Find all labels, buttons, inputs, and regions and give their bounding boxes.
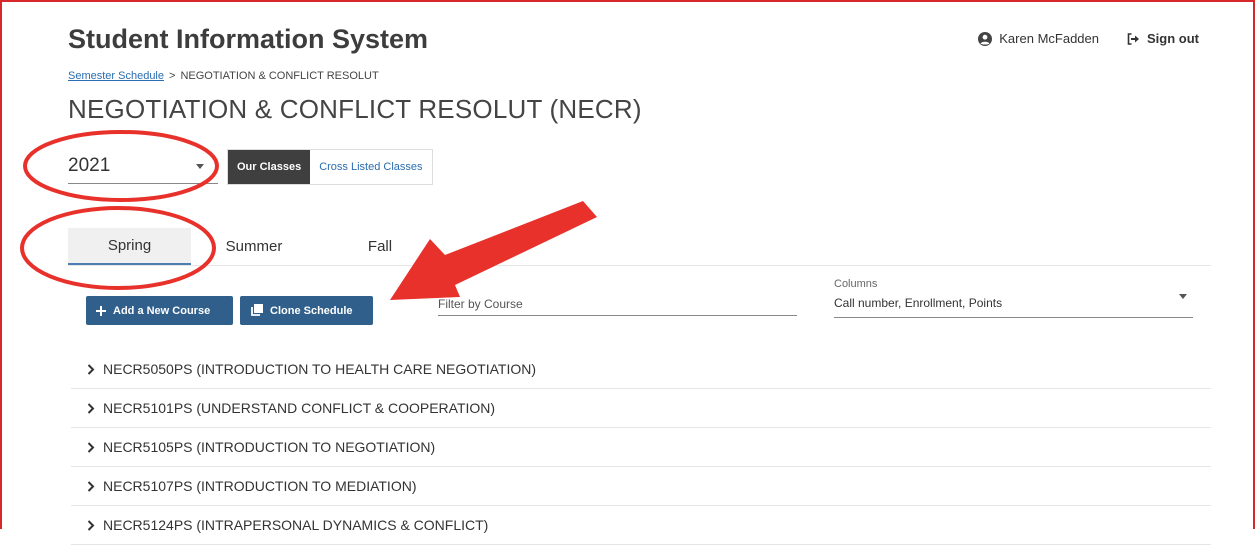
chevron-right-icon: [87, 402, 95, 414]
breadcrumb: Semester Schedule > NEGOTIATION & CONFLICT…: [68, 70, 379, 82]
our-classes-button[interactable]: Our Classes: [228, 150, 311, 184]
copy-icon: [250, 304, 263, 317]
term-tabs: Spring Summer Fall: [68, 228, 1211, 266]
sign-out-icon: [1127, 32, 1139, 45]
tab-spring[interactable]: Spring: [68, 228, 191, 265]
sign-out-link[interactable]: Sign out: [1127, 31, 1199, 46]
plus-icon: [96, 305, 106, 316]
breadcrumb-current: NEGOTIATION & CONFLICT RESOLUT: [180, 70, 379, 82]
tab-summer[interactable]: Summer: [218, 228, 290, 265]
course-label: NECR5101PS (UNDERSTAND CONFLICT & COOPER…: [103, 400, 496, 416]
user-name: Karen McFadden: [999, 31, 1099, 46]
caret-down-icon: [196, 164, 204, 169]
course-list: NECR5050PS (INTRODUCTION TO HEALTH CARE …: [71, 350, 1211, 545]
filter-by-course-input[interactable]: [438, 297, 797, 311]
page-title: NEGOTIATION & CONFLICT RESOLUT (NECR): [68, 94, 642, 124]
clone-schedule-label: Clone Schedule: [270, 304, 353, 317]
user-circle-icon: [978, 31, 993, 46]
course-row[interactable]: NECR5124PS (INTRAPERSONAL DYNAMICS & CON…: [71, 506, 1211, 545]
columns-select[interactable]: Columns Call number, Enrollment, Points: [834, 278, 1193, 318]
cross-listed-classes-button[interactable]: Cross Listed Classes: [310, 150, 432, 184]
course-row[interactable]: NECR5107PS (INTRODUCTION TO MEDIATION): [71, 467, 1211, 506]
clone-schedule-button[interactable]: Clone Schedule: [240, 296, 373, 325]
filter-by-course: [438, 286, 797, 316]
course-label: NECR5050PS (INTRODUCTION TO HEALTH CARE …: [103, 361, 537, 377]
course-label: NECR5107PS (INTRODUCTION TO MEDIATION): [103, 478, 417, 494]
class-type-toggle: Our Classes Cross Listed Classes: [227, 149, 433, 185]
chevron-right-icon: [87, 363, 95, 375]
course-label: NECR5124PS (INTRAPERSONAL DYNAMICS & CON…: [103, 517, 489, 533]
year-select[interactable]: 2021: [68, 150, 218, 184]
chevron-right-icon: [87, 441, 95, 453]
chevron-right-icon: [87, 480, 95, 492]
user-area: Karen McFadden Sign out: [978, 31, 1199, 46]
course-row[interactable]: NECR5101PS (UNDERSTAND CONFLICT & COOPER…: [71, 389, 1211, 428]
add-course-button[interactable]: Add a New Course: [86, 296, 233, 325]
tab-fall[interactable]: Fall: [358, 228, 402, 265]
course-row[interactable]: NECR5050PS (INTRODUCTION TO HEALTH CARE …: [71, 350, 1211, 389]
app-title: Student Information System: [68, 24, 429, 54]
year-select-value: 2021: [68, 155, 111, 176]
course-label: NECR5105PS (INTRODUCTION TO NEGOTIATION): [103, 439, 436, 455]
caret-down-icon: [1179, 294, 1187, 299]
breadcrumb-semester-schedule[interactable]: Semester Schedule: [68, 70, 164, 82]
breadcrumb-separator: >: [169, 70, 176, 82]
columns-select-label: Columns: [834, 278, 878, 290]
sign-out-label: Sign out: [1147, 31, 1199, 46]
course-row[interactable]: NECR5105PS (INTRODUCTION TO NEGOTIATION): [71, 428, 1211, 467]
columns-select-value: Call number, Enrollment, Points: [834, 296, 1003, 310]
add-course-label: Add a New Course: [113, 304, 211, 317]
